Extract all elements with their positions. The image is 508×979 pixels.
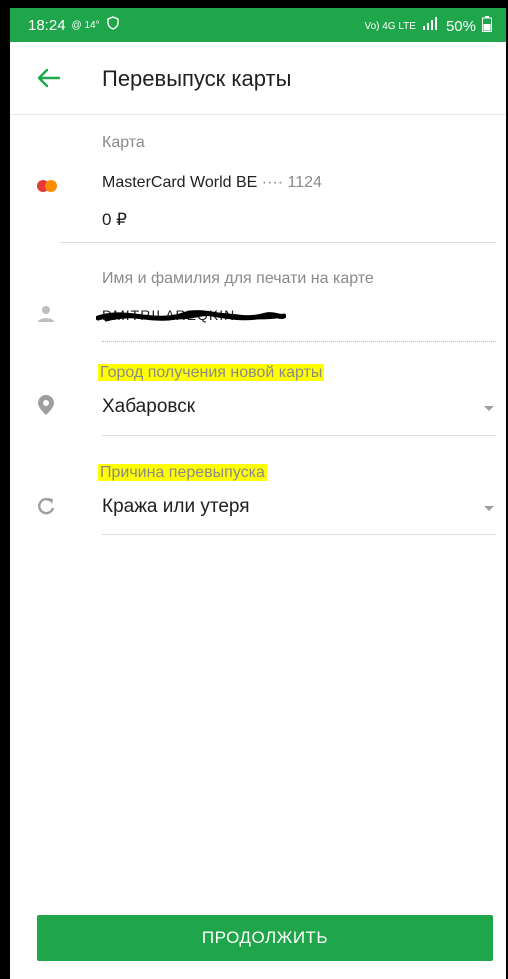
status-bar: 18:24 @ 14° Vo) 4G LTE 50% xyxy=(10,8,506,42)
city-label-text: Город получения новой карты xyxy=(98,364,325,381)
scribble-redaction xyxy=(96,310,286,322)
chevron-down-icon xyxy=(484,506,494,511)
reason-label-text: Причина перевыпуска xyxy=(98,464,267,481)
battery-icon xyxy=(482,16,492,36)
status-temp: @ 14° xyxy=(71,19,100,31)
back-button[interactable] xyxy=(32,62,64,94)
card-mask: ···· 1124 xyxy=(261,174,322,191)
card-balance: 0 ₽ xyxy=(102,210,127,229)
divider xyxy=(60,242,496,243)
card-name: MasterCard World BE xyxy=(102,174,258,191)
card-selector[interactable]: MasterCard World BE ···· 1124 xyxy=(102,174,322,192)
page-title: Перевыпуск карты xyxy=(102,66,292,91)
reason-value: Кража или утеря xyxy=(102,496,250,517)
card-label: Карта xyxy=(102,134,145,151)
mastercard-icon xyxy=(34,178,60,199)
dotted-underline xyxy=(102,341,496,342)
arrow-left-icon xyxy=(37,68,61,88)
city-underline xyxy=(102,435,496,436)
name-label: Имя и фамилия для печати на карте xyxy=(102,270,374,287)
network-label: Vo) 4G LTE xyxy=(364,20,416,32)
status-left: 18:24 @ 14° xyxy=(28,16,120,34)
chevron-down-icon xyxy=(484,406,494,411)
person-icon xyxy=(36,304,56,329)
status-right: Vo) 4G LTE 50% xyxy=(364,16,492,36)
status-time: 18:24 xyxy=(28,16,66,34)
reason-underline xyxy=(102,534,496,535)
city-label: Город получения новой карты xyxy=(98,364,325,382)
shield-icon xyxy=(106,16,120,34)
signal-icon xyxy=(422,17,440,35)
name-input[interactable]: DMITRII AREQKIN xyxy=(96,306,286,328)
continue-button[interactable]: ПРОДОЛЖИТЬ xyxy=(37,915,493,961)
battery-percent: 50% xyxy=(445,17,476,35)
refresh-icon xyxy=(36,496,56,521)
location-pin-icon xyxy=(38,395,54,420)
app-bar: Перевыпуск карты xyxy=(10,42,506,115)
reason-label: Причина перевыпуска xyxy=(98,464,267,482)
reason-select[interactable]: Кража или утеря xyxy=(102,496,496,522)
screen: 18:24 @ 14° Vo) 4G LTE 50% Перевыпуск ка… xyxy=(10,8,506,979)
city-value: Хабаровск xyxy=(102,396,196,417)
city-select[interactable]: Хабаровск xyxy=(102,396,496,422)
